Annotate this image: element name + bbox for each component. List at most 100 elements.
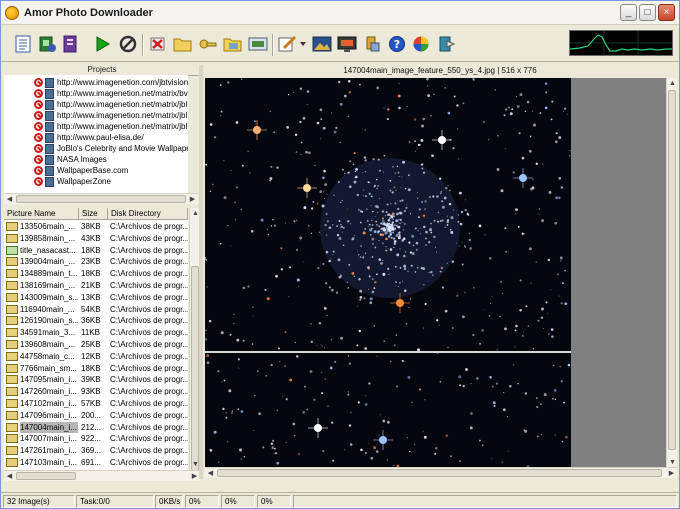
project-item[interactable]: JoBlo's Celebrity and Movie Wallpape: [34, 143, 188, 154]
download-icon[interactable]: [38, 34, 58, 54]
project-item[interactable]: http://www.paul-elisa.de/: [34, 132, 144, 143]
col-disk-directory[interactable]: Disk Directory: [108, 208, 188, 220]
wallpaper-icon[interactable]: [312, 34, 332, 54]
properties-icon[interactable]: [61, 34, 81, 54]
scroll-left-icon[interactable]: ◀: [206, 469, 215, 478]
web-icon[interactable]: [411, 34, 431, 54]
slideshow-icon[interactable]: [248, 34, 268, 54]
project-item[interactable]: WallpaperBase.com: [34, 165, 128, 176]
projects-tree[interactable]: http://www.imagenetion.com/jbtvision htt…: [4, 75, 188, 193]
project-icon: [45, 176, 54, 187]
status-progress-2: 0%: [221, 495, 255, 508]
image-file-icon: [6, 222, 18, 231]
cell-picture-name: 133506main_...: [20, 222, 76, 231]
folder-open-icon[interactable]: [223, 34, 243, 54]
cell-size: 12KB: [81, 351, 101, 361]
table-row[interactable]: title_nasacast... 18KB C:\Archivos de prog…: [4, 245, 188, 256]
cell-size: 93KB: [81, 387, 101, 397]
table-row[interactable]: 139004main_... 23KB C:\Archivos de progr..…: [4, 256, 188, 267]
title-bar[interactable]: Amor Photo Downloader _ □ ×: [1, 1, 679, 25]
table-row[interactable]: 134889main_t... 18KB C:\Archivos de progr.…: [4, 268, 188, 279]
table-row[interactable]: 147102main_i... 57KB C:\Archivos de progr.…: [4, 398, 188, 409]
image-file-icon: [6, 363, 18, 373]
stop-icon[interactable]: [118, 34, 138, 54]
project-item[interactable]: http://www.imagenetion.net/matrix/bv: [34, 88, 188, 99]
table-row[interactable]: 44758main_c... 12KB C:\Archivos de progr..…: [4, 351, 188, 362]
key-icon[interactable]: [198, 34, 218, 54]
settings-icon[interactable]: [362, 34, 382, 54]
scroll-right-icon[interactable]: ▶: [188, 195, 197, 204]
project-item[interactable]: http://www.imagenetion.net/matrix/jbl: [34, 99, 187, 110]
table-row[interactable]: 147007main_i... 922... C:\Archivos de prog…: [4, 433, 188, 444]
project-item[interactable]: NASA Images: [34, 154, 107, 165]
cell-disk-directory: C:\Archivos de progr...: [110, 422, 188, 432]
table-row[interactable]: 139608main_... 25KB C:\Archivos de progr..…: [4, 339, 188, 350]
scroll-thumb[interactable]: [16, 472, 76, 480]
project-item[interactable]: http://www.imagenetion.net/matrix/jbl: [34, 121, 187, 132]
scroll-thumb[interactable]: [668, 90, 676, 450]
new-project-icon[interactable]: [13, 34, 33, 54]
pane-splitter[interactable]: [199, 65, 203, 479]
scroll-thumb[interactable]: [217, 469, 662, 477]
table-row[interactable]: 7766main_sm... 18KB C:\Archivos de progr..…: [4, 363, 188, 374]
cell-picture-name: 7766main_sm...: [20, 363, 77, 373]
col-picture-name[interactable]: Picture Name: [4, 208, 79, 220]
minimize-button[interactable]: _: [620, 4, 637, 21]
project-item-label: http://www.imagenetion.com/jbtvision: [57, 78, 188, 87]
scroll-left-icon[interactable]: ◀: [5, 195, 14, 204]
table-row[interactable]: 147103main_i... 691... C:\Archivos de prog…: [4, 457, 188, 468]
scroll-up-icon[interactable]: ▲: [668, 79, 677, 88]
image-viewport[interactable]: [205, 78, 666, 468]
screensaver-icon[interactable]: [337, 34, 357, 54]
table-row[interactable]: 116940main_... 54KB C:\Archivos de progr..…: [4, 304, 188, 315]
cell-size: 36KB: [81, 316, 101, 326]
project-item[interactable]: http://www.imagenetion.net/matrix/jbl: [34, 110, 187, 121]
table-row[interactable]: 34591main_3... 11KB C:\Archivos de progr..…: [4, 327, 188, 338]
table-row[interactable]: 139858main_... 43KB C:\Archivos de progr..…: [4, 233, 188, 244]
scroll-thumb[interactable]: [16, 195, 186, 203]
cell-picture-name: 147103main_i...: [20, 458, 77, 467]
open-folder-icon[interactable]: [173, 34, 193, 54]
table-row[interactable]: 147004main_i... 212... C:\Archivos de prog…: [4, 421, 188, 433]
scroll-thumb[interactable]: [191, 266, 199, 471]
scroll-right-icon[interactable]: ▶: [190, 472, 199, 481]
project-item[interactable]: WallpaperZone: [34, 176, 111, 187]
main-window: Amor Photo Downloader _ □ × ? Projects h…: [0, 0, 680, 509]
delete-icon[interactable]: [148, 34, 168, 54]
projects-hscrollbar[interactable]: ◀ ▶: [4, 193, 198, 204]
cell-picture-name: 139004main_...: [20, 257, 76, 267]
project-item[interactable]: http://www.imagenetion.com/jbtvision: [34, 77, 188, 88]
close-button[interactable]: ×: [658, 4, 675, 21]
project-icon: [45, 77, 54, 88]
scroll-right-icon[interactable]: ▶: [667, 469, 676, 478]
image-file-icon: [6, 458, 18, 467]
image-title: 147004main_image_feature_550_ys_4.jpg | …: [343, 66, 537, 75]
table-row[interactable]: 147096main_i... 200... C:\Archivos de prog…: [4, 410, 188, 421]
scroll-left-icon[interactable]: ◀: [5, 472, 14, 481]
col-size[interactable]: Size: [79, 208, 108, 220]
exit-icon[interactable]: [437, 34, 457, 54]
table-row[interactable]: 147095main_i... 39KB C:\Archivos de progr.…: [4, 374, 188, 385]
scroll-down-icon[interactable]: ▼: [668, 458, 677, 467]
image-hscrollbar[interactable]: ◀ ▶: [205, 467, 677, 478]
cell-size: 691...: [81, 458, 102, 467]
table-row[interactable]: 143009main_s... 13KB C:\Archivos de progr.…: [4, 292, 188, 303]
start-icon[interactable]: [92, 34, 112, 54]
table-row[interactable]: 133506main_... 38KB C:\Archivos de progr..…: [4, 221, 188, 232]
table-row[interactable]: 126190main_s... 36KB C:\Archivos de progr.…: [4, 315, 188, 326]
table-row[interactable]: 147260main_i... 93KB C:\Archivos de progr.…: [4, 386, 188, 397]
picture-table[interactable]: Picture Name Size Disk Directory 133506m…: [4, 208, 188, 470]
cell-disk-directory: C:\Archivos de progr...: [110, 446, 188, 456]
maximize-button[interactable]: □: [639, 4, 656, 21]
cell-size: 39KB: [81, 375, 101, 385]
cell-disk-directory: C:\Archivos de progr...: [110, 269, 188, 279]
chevron-down-icon[interactable]: [299, 34, 307, 54]
help-icon[interactable]: ?: [387, 34, 407, 54]
table-row[interactable]: 138169main_... 21KB C:\Archivos de progr..…: [4, 280, 188, 291]
table-row[interactable]: 147261main_i... 369... C:\Archivos de prog…: [4, 445, 188, 456]
edit-icon[interactable]: [278, 34, 298, 54]
picture-table-hscrollbar[interactable]: ◀ ▶: [4, 470, 200, 481]
cell-picture-name: 143009main_s...: [20, 292, 78, 302]
image-vscrollbar[interactable]: ▲ ▼: [666, 78, 677, 468]
status-speed: 0KB/s: [155, 495, 183, 508]
